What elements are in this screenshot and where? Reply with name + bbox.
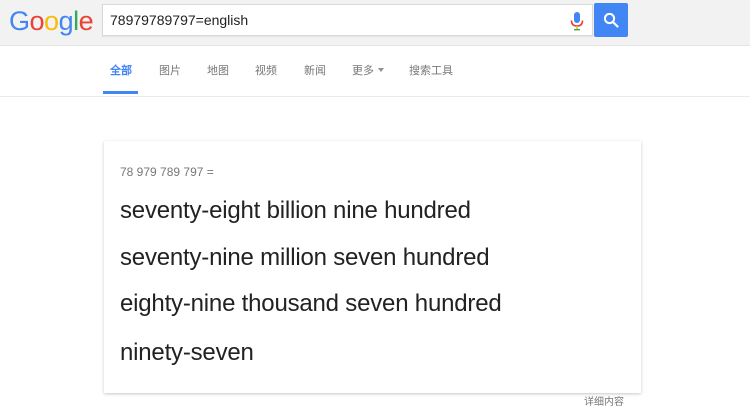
logo-letter: o [44,6,59,36]
logo-letter: e [78,6,94,36]
active-tab-indicator [103,91,138,94]
search-button[interactable] [594,3,628,37]
tab-videos[interactable]: 视频 [255,64,277,78]
google-logo[interactable]: Google [9,6,94,36]
mic-icon[interactable] [569,11,585,31]
tab-news[interactable]: 新闻 [304,64,326,78]
chevron-down-icon [378,68,384,72]
tab-all[interactable]: 全部 [110,64,132,78]
search-tabs: 全部 图片 地图 视频 新闻 更多 搜索工具 [0,46,750,97]
more-details-link[interactable]: 详细内容 [584,397,624,409]
tab-more[interactable]: 更多 [352,64,384,78]
tab-search-tools[interactable]: 搜索工具 [409,64,453,78]
logo-letter: G [9,6,30,36]
search-icon [603,12,619,28]
result-line: seventy-eight billion nine hundred [120,197,471,224]
tab-maps[interactable]: 地图 [207,64,229,78]
result-line: seventy-nine million seven hundred [120,244,490,271]
search-input[interactable] [110,5,550,35]
result-line: ninety-seven [120,339,254,366]
calculator-result-card: 78 979 789 797 = seventy-eight billion n… [104,141,641,393]
tab-more-label: 更多 [352,65,374,77]
result-line: eighty-nine thousand seven hundred [120,290,502,317]
logo-letter: o [29,6,45,36]
top-bar: Google [0,0,750,46]
tab-images[interactable]: 图片 [159,64,181,78]
logo-letter: g [58,6,74,36]
equation-text: 78 979 789 797 = [120,165,214,179]
search-box [102,4,593,36]
